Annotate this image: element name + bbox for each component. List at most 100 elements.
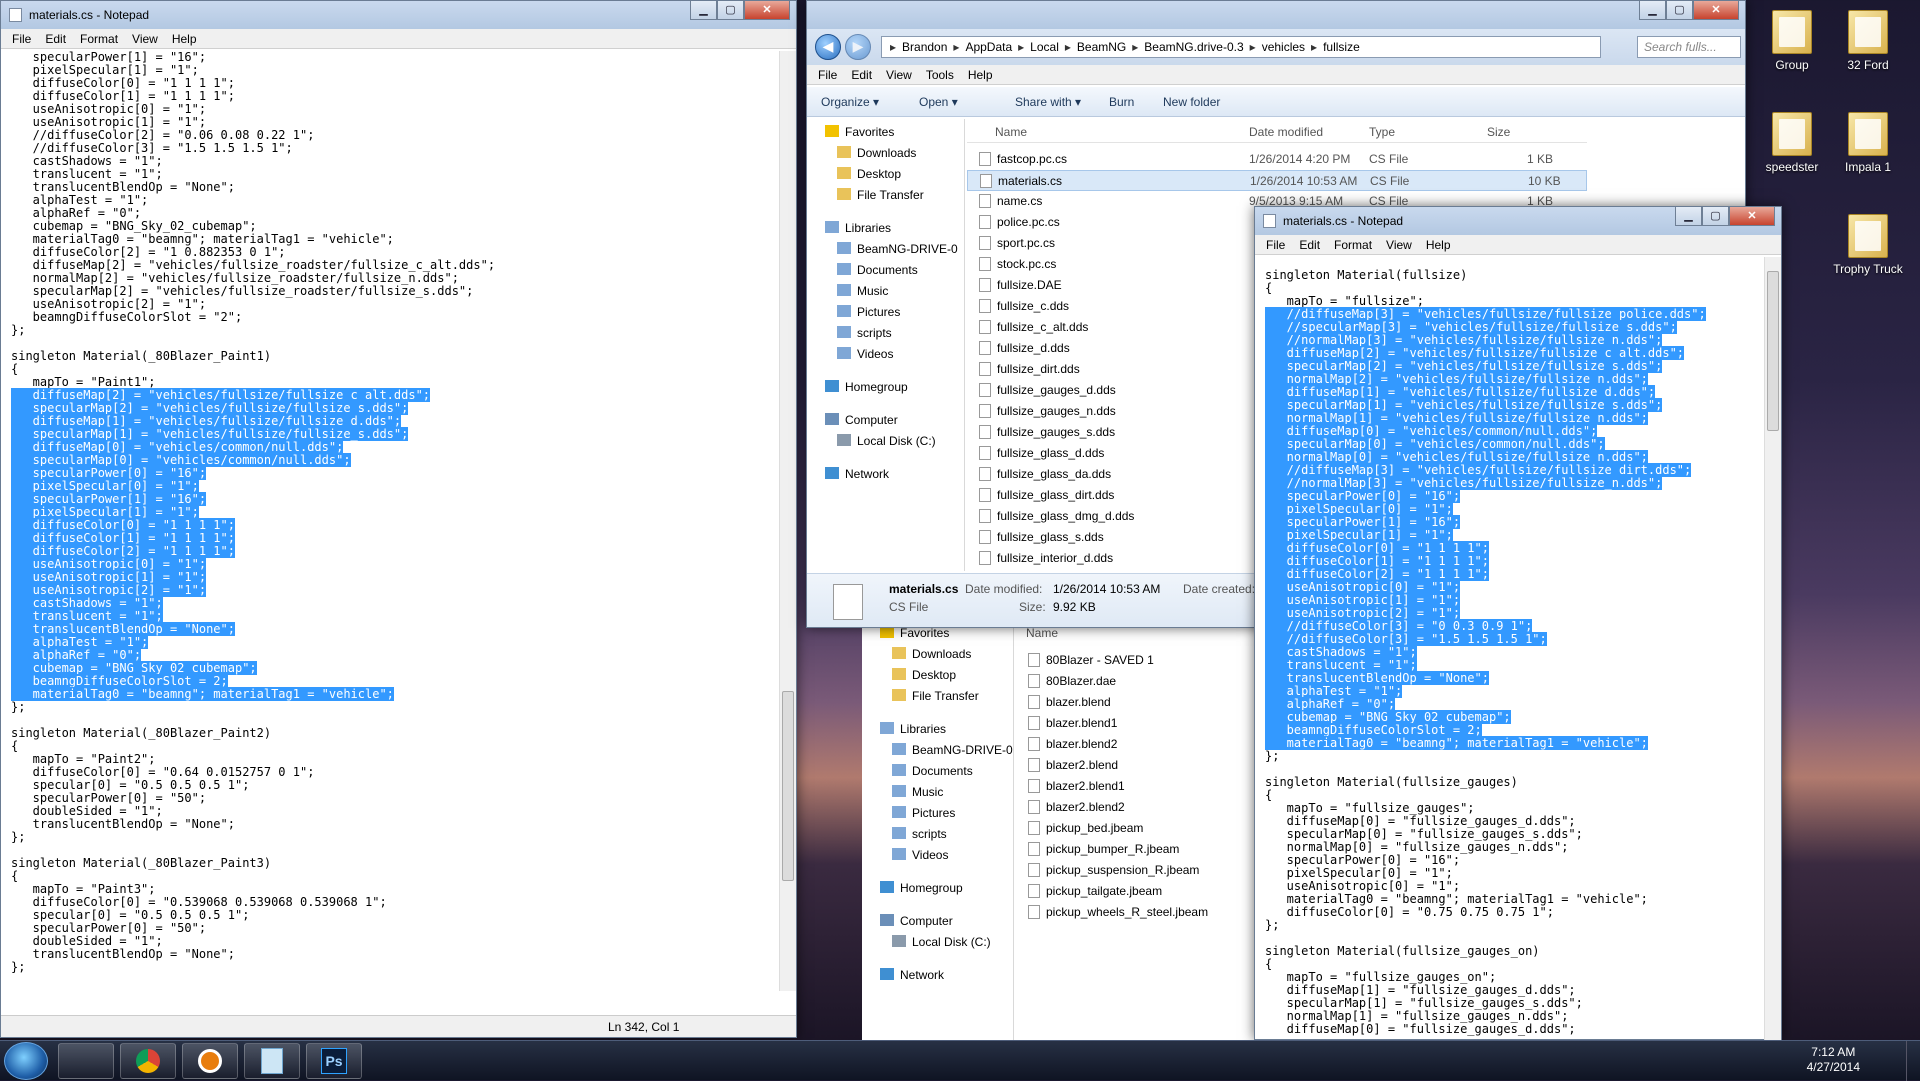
nav-item[interactable]: File Transfer — [837, 188, 924, 202]
scrollbar-thumb[interactable] — [782, 691, 794, 881]
file-row[interactable]: pickup_bed.jbeam — [1016, 818, 1262, 839]
desktop-icon[interactable]: Group — [1754, 10, 1830, 72]
file-row[interactable]: 80Blazer - SAVED 1 — [1016, 650, 1262, 671]
title-bar[interactable]: materials.cs - Notepad ▁ ▢ ✕ — [1, 1, 796, 29]
desktop-icon[interactable]: Trophy Truck — [1830, 214, 1906, 276]
file-row[interactable]: blazer.blend1 — [1016, 713, 1262, 734]
nav-item[interactable]: Homegroup — [825, 380, 908, 394]
notepad-window-right[interactable]: materials.cs - Notepad ▁ ▢ ✕ File Edit For… — [1254, 206, 1782, 1041]
nav-item[interactable]: Documents — [837, 263, 918, 277]
show-desktop-button[interactable] — [1906, 1041, 1920, 1081]
forward-button[interactable]: ▶ — [845, 34, 871, 60]
menu-item[interactable]: Help — [961, 65, 1000, 84]
nav-item[interactable]: Network — [880, 968, 944, 982]
nav-item[interactable]: Local Disk (C:) — [892, 935, 991, 949]
file-row[interactable]: 80Blazer.dae — [1016, 671, 1262, 692]
nav-item[interactable]: scripts — [892, 827, 947, 841]
desktop-icon[interactable]: Impala 1 — [1830, 112, 1906, 174]
navigation-pane[interactable]: Favorites Downloads Desktop File Transfer Li… — [807, 119, 965, 571]
menu-item[interactable]: View — [1379, 235, 1419, 254]
desktop-icon[interactable]: speedster — [1754, 112, 1830, 174]
file-row[interactable]: blazer2.blend2 — [1016, 797, 1262, 818]
maximize-button[interactable]: ▢ — [1666, 1, 1693, 20]
nav-item[interactable]: Computer — [825, 413, 898, 427]
notepad-taskbar-button[interactable] — [244, 1043, 300, 1079]
col-type[interactable]: Type — [1369, 125, 1395, 139]
nav-item[interactable]: Pictures — [892, 806, 955, 820]
minimize-button[interactable]: ▁ — [1675, 207, 1702, 226]
nav-item[interactable]: Music — [892, 785, 943, 799]
nav-item[interactable]: Videos — [892, 848, 948, 862]
nav-item[interactable]: Pictures — [837, 305, 900, 319]
explorer-taskbar-button[interactable] — [58, 1043, 114, 1079]
file-row[interactable]: materials.cs 1/26/2014 10:53 AM CS File 10 … — [967, 170, 1587, 191]
breadcrumb-item[interactable]: BeamNG.drive-0.3 — [1144, 40, 1243, 54]
nav-item[interactable]: Libraries — [825, 221, 891, 235]
file-row[interactable]: pickup_wheels_R_steel.jbeam — [1016, 902, 1262, 923]
chevron-right-icon[interactable]: ▸ — [1018, 40, 1024, 54]
notepad-window-left[interactable]: materials.cs - Notepad ▁ ▢ ✕ File Edit For… — [0, 0, 797, 1038]
nav-item[interactable]: BeamNG-DRIVE-0 — [892, 743, 1013, 757]
close-button[interactable]: ✕ — [1729, 207, 1775, 226]
nav-item[interactable]: Local Disk (C:) — [837, 434, 936, 448]
toolbar-button[interactable]: New folder — [1163, 95, 1220, 109]
nav-item[interactable]: Music — [837, 284, 888, 298]
maximize-button[interactable]: ▢ — [1702, 207, 1729, 226]
chevron-right-icon[interactable]: ▸ — [1065, 40, 1071, 54]
file-row[interactable]: blazer.blend — [1016, 692, 1262, 713]
file-list[interactable]: Name 80Blazer - SAVED 1 80Blazer.dae blaze… — [1016, 620, 1262, 1040]
blender-taskbar-button[interactable] — [182, 1043, 238, 1079]
breadcrumb-item[interactable]: Local — [1030, 40, 1059, 54]
menu-item[interactable]: View — [125, 29, 165, 48]
back-button[interactable]: ◀ — [815, 34, 841, 60]
search-input[interactable]: Search fulls... — [1637, 36, 1741, 58]
start-button[interactable] — [4, 1042, 48, 1080]
file-row[interactable]: fastcop.pc.cs 1/26/2014 4:20 PM CS File 1 K… — [967, 149, 1587, 170]
breadcrumb-item[interactable]: fullsize — [1323, 40, 1360, 54]
breadcrumb-item[interactable]: vehicles — [1262, 40, 1305, 54]
close-button[interactable]: ✕ — [744, 1, 790, 20]
nav-item[interactable]: Network — [825, 467, 889, 481]
scrollbar-thumb[interactable] — [1767, 271, 1779, 431]
explorer-window-2[interactable]: Favorites Downloads Desktop File Transfer Li… — [862, 620, 1262, 1040]
file-row[interactable]: blazer2.blend — [1016, 755, 1262, 776]
nav-item[interactable]: Desktop — [892, 668, 956, 682]
menu-item[interactable]: Edit — [1292, 235, 1327, 254]
navigation-pane[interactable]: Favorites Downloads Desktop File Transfer Li… — [862, 620, 1014, 1040]
toolbar-button[interactable]: Open ▾ — [919, 95, 958, 109]
chevron-right-icon[interactable]: ▸ — [953, 40, 959, 54]
menu-item[interactable]: File — [1259, 235, 1292, 254]
photoshop-taskbar-button[interactable]: Ps — [306, 1043, 362, 1079]
vertical-scrollbar[interactable] — [779, 51, 796, 991]
file-row[interactable]: pickup_bumper_R.jbeam — [1016, 839, 1262, 860]
minimize-button[interactable]: ▁ — [690, 1, 717, 20]
chevron-right-icon[interactable]: ▸ — [890, 40, 896, 54]
file-row[interactable]: blazer2.blend1 — [1016, 776, 1262, 797]
menu-item[interactable]: Edit — [38, 29, 73, 48]
text-editor-area[interactable]: singleton Material(fullsize){ mapTo = "f… — [1265, 269, 1763, 1041]
maximize-button[interactable]: ▢ — [717, 1, 744, 20]
file-row[interactable]: pickup_suspension_R.jbeam — [1016, 860, 1262, 881]
menu-item[interactable]: Tools — [919, 65, 961, 84]
title-bar[interactable]: materials.cs - Notepad ▁ ▢ ✕ — [1255, 207, 1781, 235]
nav-item[interactable]: Homegroup — [880, 881, 963, 895]
file-row[interactable]: pickup_tailgate.jbeam — [1016, 881, 1262, 902]
menu-item[interactable]: Help — [165, 29, 204, 48]
menu-item[interactable]: Edit — [844, 65, 879, 84]
chevron-right-icon[interactable]: ▸ — [1132, 40, 1138, 54]
nav-item[interactable]: Computer — [880, 914, 953, 928]
nav-item[interactable]: Downloads — [837, 146, 916, 160]
nav-item[interactable]: File Transfer — [892, 689, 979, 703]
nav-item[interactable]: BeamNG-DRIVE-0 — [837, 242, 958, 256]
chevron-right-icon[interactable]: ▸ — [1311, 40, 1317, 54]
col-name[interactable]: Name — [995, 125, 1027, 139]
vertical-scrollbar[interactable] — [1764, 257, 1781, 1041]
clock[interactable]: 7:12 AM 4/27/2014 — [1807, 1045, 1860, 1075]
chrome-taskbar-button[interactable] — [120, 1043, 176, 1079]
toolbar-button[interactable]: Organize ▾ — [821, 95, 879, 109]
menu-item[interactable]: Format — [1327, 235, 1379, 254]
text-editor-area[interactable]: specularPower[1] = "16"; pixelSpecular[1… — [11, 51, 771, 991]
close-button[interactable]: ✕ — [1693, 1, 1739, 20]
breadcrumb-item[interactable]: AppData — [965, 40, 1012, 54]
nav-item[interactable]: Videos — [837, 347, 893, 361]
